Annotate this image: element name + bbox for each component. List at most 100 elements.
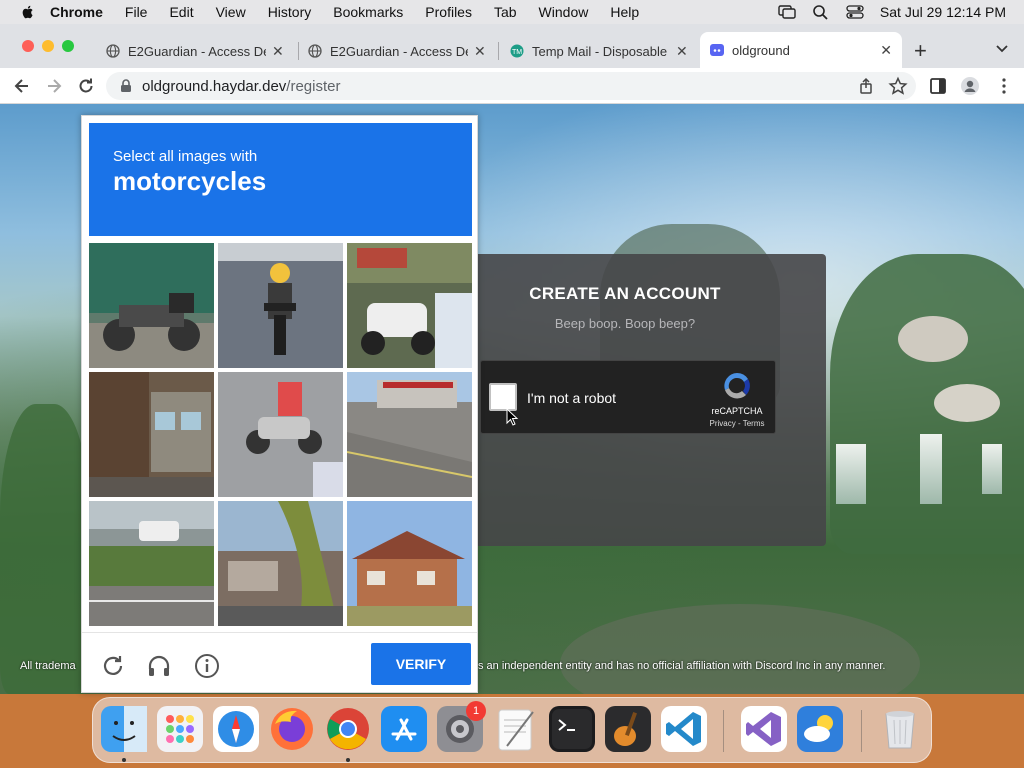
tab-title: Temp Mail - Disposable: [532, 43, 668, 59]
menu-app-name[interactable]: Chrome: [50, 4, 103, 20]
firefox-icon: [271, 708, 313, 750]
menu-help[interactable]: Help: [610, 4, 639, 20]
dock-visual-studio[interactable]: [741, 706, 787, 752]
scenery-cliff: [0, 404, 90, 694]
dock-garageband[interactable]: [605, 706, 651, 752]
challenge-image-tile-9[interactable]: [347, 501, 472, 626]
challenge-image-tile-7[interactable]: [89, 501, 214, 626]
dock-app-store[interactable]: [381, 706, 427, 752]
challenge-footer: VERIFY: [82, 632, 477, 694]
address-bar[interactable]: oldground.haydar.dev/register: [106, 72, 916, 100]
challenge-image-tile-8[interactable]: [218, 501, 343, 626]
dock-running-indicator: [346, 758, 350, 762]
tab-close-icon[interactable]: ✕: [880, 42, 892, 59]
menu-window[interactable]: Window: [539, 4, 589, 20]
menu-profiles[interactable]: Profiles: [425, 4, 472, 20]
dock-separator: [861, 710, 862, 752]
url-path: /register: [286, 77, 341, 95]
recaptcha-privacy-terms-link[interactable]: Privacy - Terms: [703, 419, 771, 428]
challenge-image-tile-5[interactable]: [218, 372, 343, 497]
challenge-image-tile-3[interactable]: [347, 243, 472, 368]
textedit-icon: [498, 709, 534, 751]
info-icon[interactable]: [194, 653, 220, 679]
mouse-pointer-icon: [506, 408, 519, 426]
new-tab-button[interactable]: +: [914, 38, 927, 64]
window-zoom-button[interactable]: [62, 40, 74, 52]
dock-weather[interactable]: [797, 706, 843, 752]
menu-file[interactable]: File: [125, 4, 148, 20]
refresh-icon[interactable]: [100, 653, 126, 679]
window-close-button[interactable]: [22, 40, 34, 52]
control-center-icon[interactable]: [846, 4, 864, 20]
browser-tab-active[interactable]: oldground ✕: [700, 32, 902, 68]
tab-title: E2Guardian - Access De: [330, 43, 468, 59]
dock-running-indicator: [122, 758, 126, 762]
recaptcha-checkbox[interactable]: [489, 383, 517, 411]
dock-separator: [723, 710, 724, 752]
menu-bookmarks[interactable]: Bookmarks: [333, 4, 403, 20]
tab-close-icon[interactable]: ✕: [676, 43, 688, 60]
scenery-floating-rock: [898, 316, 968, 362]
dock-firefox[interactable]: [269, 706, 315, 752]
browser-tab[interactable]: E2Guardian - Access De ✕: [106, 38, 288, 64]
screen-mirroring-icon[interactable]: [778, 4, 796, 20]
dock-finder[interactable]: [101, 706, 147, 752]
finder-icon: [101, 706, 147, 752]
challenge-image-tile-2[interactable]: [218, 243, 343, 368]
bookmark-star-icon[interactable]: [888, 76, 908, 96]
visual-studio-icon: [741, 706, 787, 752]
share-icon[interactable]: [856, 76, 876, 96]
notification-badge: 1: [466, 701, 486, 721]
dock-safari[interactable]: [213, 706, 259, 752]
tab-close-icon[interactable]: ✕: [474, 43, 486, 60]
dock-launchpad[interactable]: [157, 706, 203, 752]
dock-textedit[interactable]: [493, 706, 539, 752]
globe-icon: [308, 44, 322, 58]
url-host: oldground.haydar.dev: [142, 77, 287, 95]
menu-clock[interactable]: Sat Jul 29 12:14 PM: [880, 4, 1006, 20]
verify-button[interactable]: VERIFY: [371, 643, 471, 685]
dock-vscode[interactable]: [661, 706, 707, 752]
tab-close-icon[interactable]: ✕: [272, 43, 284, 60]
menu-edit[interactable]: Edit: [169, 4, 193, 20]
macos-menu-bar: Chrome File Edit View History Bookmarks …: [0, 0, 1024, 24]
menu-view[interactable]: View: [216, 4, 246, 20]
tab-title: E2Guardian - Access De: [128, 43, 266, 59]
challenge-image-tile-6[interactable]: [347, 372, 472, 497]
dock-trash[interactable]: [877, 706, 923, 752]
tab-title: oldground: [732, 42, 790, 58]
menu-tab[interactable]: Tab: [494, 4, 517, 20]
reload-icon[interactable]: [76, 76, 96, 96]
weather-icon: [797, 706, 843, 752]
apple-menu-icon[interactable]: [20, 4, 36, 20]
side-panel-icon[interactable]: [928, 76, 948, 96]
dock-terminal[interactable]: [549, 706, 595, 752]
spotlight-search-icon[interactable]: [812, 4, 830, 20]
macos-dock: [92, 697, 932, 763]
chrome-menu-kebab-icon[interactable]: [994, 76, 1014, 96]
discord-icon: [710, 44, 724, 56]
menu-history[interactable]: History: [268, 4, 312, 20]
browser-tab[interactable]: TM Temp Mail - Disposable ✕: [510, 38, 692, 64]
lock-icon[interactable]: [120, 79, 132, 93]
back-arrow-icon[interactable]: [12, 76, 32, 96]
profile-avatar-icon[interactable]: [960, 76, 980, 96]
audio-challenge-icon[interactable]: [146, 653, 172, 679]
card-subtitle: Beep boop. Boop beep?: [554, 316, 696, 331]
footer-text-left: All tradema: [20, 660, 76, 672]
browser-tab[interactable]: E2Guardian - Access De ✕: [308, 38, 490, 64]
browser-toolbar: oldground.haydar.dev/register: [0, 68, 1024, 104]
recaptcha-widget: I'm not a robot reCAPTCHA Privacy - Term…: [480, 360, 776, 434]
challenge-image-tile-4[interactable]: [89, 372, 214, 497]
scenery-waterfall: [982, 444, 1002, 494]
tab-search-chevron-icon[interactable]: [994, 40, 1010, 56]
safari-icon: [213, 706, 259, 752]
forward-arrow-icon[interactable]: [44, 76, 64, 96]
browser-tab-bar: E2Guardian - Access De ✕ E2Guardian - Ac…: [0, 24, 1024, 68]
dock-google-chrome[interactable]: [325, 706, 371, 752]
scenery-floating-rock: [934, 384, 1000, 422]
challenge-image-tile-1[interactable]: [89, 243, 214, 368]
window-minimize-button[interactable]: [42, 40, 54, 52]
card-heading: CREATE AN ACCOUNT: [529, 284, 721, 303]
scenery-waterfall: [836, 444, 866, 504]
